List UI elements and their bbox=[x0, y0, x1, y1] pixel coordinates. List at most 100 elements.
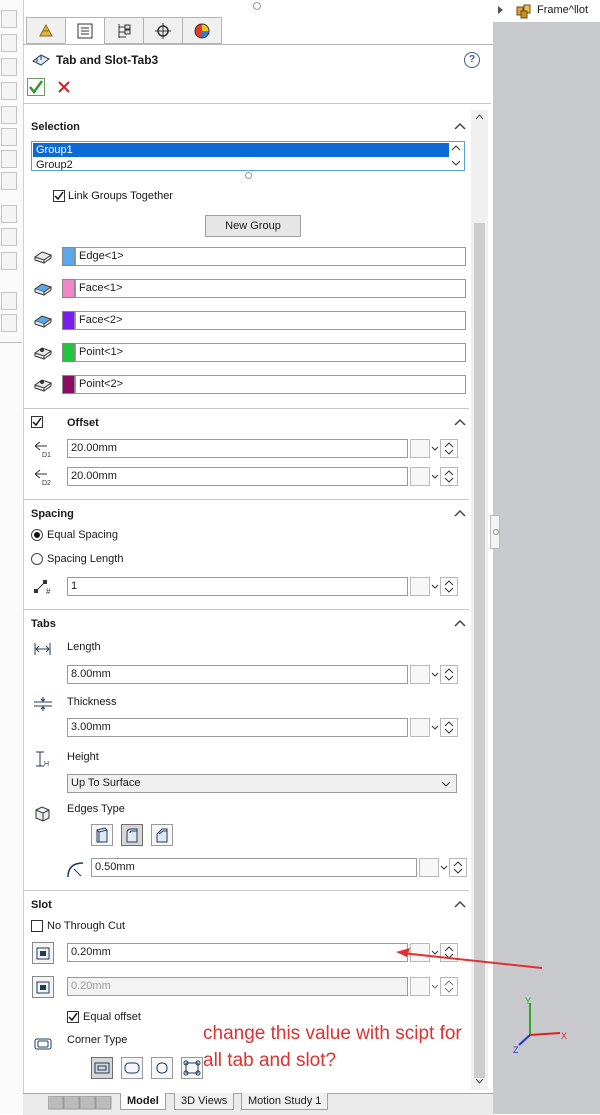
svg-text:#: # bbox=[46, 587, 51, 595]
edge-type-fillet-button[interactable] bbox=[121, 824, 143, 846]
expand-arrow-icon[interactable] bbox=[497, 5, 505, 15]
offset-d2-input[interactable]: 20.00mm bbox=[67, 467, 408, 486]
corner-type-relief-button[interactable] bbox=[181, 1057, 203, 1079]
spacing-length-radio[interactable] bbox=[31, 553, 43, 565]
selection-item-field[interactable]: Edge<1> bbox=[75, 247, 466, 266]
link-groups-checkbox[interactable] bbox=[53, 190, 65, 202]
property-manager-icon bbox=[77, 23, 93, 39]
fillet-edge-icon bbox=[126, 828, 138, 843]
splitter-handle[interactable] bbox=[253, 2, 261, 10]
face-selection-icon bbox=[33, 312, 53, 331]
equal-spacing-radio[interactable] bbox=[31, 529, 43, 541]
equal-offset-checkbox[interactable] bbox=[67, 1011, 79, 1023]
link-value-icon[interactable] bbox=[419, 858, 439, 877]
relief-corner-icon bbox=[183, 1060, 201, 1076]
height-end-condition-select[interactable]: Up To Surface bbox=[67, 774, 457, 793]
offset-d1-spinner[interactable] bbox=[410, 439, 458, 458]
point-selection-icon bbox=[33, 376, 53, 395]
section-title-offset: Offset bbox=[67, 417, 99, 429]
slot-offset-input[interactable]: 0.20mm bbox=[67, 943, 408, 962]
tab-height-label: Height bbox=[67, 751, 99, 763]
selection-item-field[interactable]: Face<2> bbox=[75, 311, 466, 330]
offset-d2-spinner[interactable] bbox=[410, 467, 458, 486]
link-value-icon bbox=[410, 977, 430, 996]
tab-feature-manager[interactable] bbox=[26, 17, 66, 44]
scroll-down-icon[interactable] bbox=[471, 1076, 488, 1086]
feature-manager-icon bbox=[39, 23, 53, 37]
link-value-icon[interactable] bbox=[410, 439, 430, 458]
help-icon[interactable]: ? bbox=[464, 52, 480, 68]
tab-dimxpert-manager[interactable] bbox=[143, 17, 183, 44]
equal-offset-label: Equal offset bbox=[83, 1011, 141, 1023]
svg-text:D1: D1 bbox=[42, 452, 51, 458]
fillet-radius-spinner[interactable] bbox=[419, 858, 467, 877]
listbox-resize-handle[interactable] bbox=[245, 172, 252, 179]
scroll-up-icon[interactable] bbox=[471, 112, 488, 122]
link-value-icon[interactable] bbox=[410, 577, 430, 596]
faded-tool-icon bbox=[1, 34, 17, 52]
tab-3d-views[interactable]: 3D Views bbox=[174, 1093, 235, 1110]
listbox-scroll-arrows-icon[interactable] bbox=[448, 142, 464, 170]
divider bbox=[23, 408, 469, 409]
tab-property-manager[interactable] bbox=[65, 17, 105, 44]
tab-configuration-manager[interactable] bbox=[104, 17, 144, 44]
collapse-caret-icon[interactable] bbox=[453, 618, 467, 628]
collapse-caret-icon[interactable] bbox=[453, 417, 467, 427]
selection-item-field[interactable]: Point<2> bbox=[75, 375, 466, 394]
faded-tool-icon bbox=[1, 82, 17, 100]
cancel-button[interactable] bbox=[57, 80, 71, 94]
group-listbox[interactable]: Group1 Group2 bbox=[31, 141, 465, 171]
edge-type-sharp-button[interactable] bbox=[91, 824, 113, 846]
edge-type-chamfer-button[interactable] bbox=[151, 824, 173, 846]
corner-type-sharp-button[interactable] bbox=[91, 1057, 113, 1079]
tab-motion-study[interactable]: Motion Study 1 bbox=[241, 1093, 329, 1110]
section-title-tabs: Tabs bbox=[31, 618, 56, 630]
corner-type-circle-button[interactable] bbox=[151, 1057, 173, 1079]
svg-text:Z: Z bbox=[513, 1045, 519, 1055]
manager-tab-bar bbox=[23, 17, 493, 45]
collapse-caret-icon[interactable] bbox=[453, 508, 467, 518]
tab-display-manager[interactable] bbox=[182, 17, 222, 44]
svg-text:H: H bbox=[44, 761, 49, 768]
annotation-arrow bbox=[396, 948, 543, 969]
no-through-cut-checkbox[interactable] bbox=[31, 920, 43, 932]
collapse-caret-icon[interactable] bbox=[453, 121, 467, 131]
offset-checkbox[interactable] bbox=[31, 416, 43, 428]
panel-splitter-handle[interactable] bbox=[490, 515, 500, 549]
offset-d1-input[interactable]: 20.00mm bbox=[67, 439, 408, 458]
section-title-slot: Slot bbox=[31, 899, 52, 911]
collapse-caret-icon[interactable] bbox=[453, 899, 467, 909]
link-value-icon[interactable] bbox=[410, 718, 430, 737]
tab-length-icon bbox=[33, 641, 53, 660]
corner-type-label: Corner Type bbox=[67, 1034, 128, 1046]
tab-thickness-input[interactable]: 3.00mm bbox=[67, 718, 408, 737]
annotation-text: change this value with scipt for all tab… bbox=[203, 1020, 462, 1074]
spacing-length-label: Spacing Length bbox=[47, 553, 124, 565]
divider bbox=[23, 609, 469, 610]
new-group-button[interactable]: New Group bbox=[205, 215, 301, 237]
list-item[interactable]: Group2 bbox=[33, 158, 449, 170]
tab-length-spinner[interactable] bbox=[410, 665, 458, 684]
fillet-corner-icon bbox=[124, 1062, 140, 1074]
fillet-radius-input[interactable]: 0.50mm bbox=[91, 858, 417, 877]
spacing-count-input[interactable]: 1 bbox=[67, 577, 408, 596]
color-swatch bbox=[62, 375, 75, 394]
ok-button[interactable] bbox=[27, 78, 45, 96]
tab-length-input[interactable]: 8.00mm bbox=[67, 665, 408, 684]
tab-model[interactable]: Model bbox=[120, 1093, 166, 1110]
link-value-icon[interactable] bbox=[410, 467, 430, 486]
distance-d1-icon: D1 bbox=[33, 440, 53, 461]
spacing-count-spinner[interactable] bbox=[410, 577, 458, 596]
corner-type-fillet-button[interactable] bbox=[121, 1057, 143, 1079]
sharp-corner-icon bbox=[94, 1062, 110, 1074]
configuration-manager-icon bbox=[118, 24, 131, 38]
tree-item-label[interactable]: Frame^llot bbox=[537, 4, 588, 16]
tab-thickness-spinner[interactable] bbox=[410, 718, 458, 737]
selection-item-field[interactable]: Point<1> bbox=[75, 343, 466, 362]
selection-item-field[interactable]: Face<1> bbox=[75, 279, 466, 298]
list-item-selected[interactable]: Group1 bbox=[33, 143, 449, 157]
faded-tool-icon bbox=[1, 252, 17, 270]
link-value-icon[interactable] bbox=[410, 665, 430, 684]
faded-tool-icon bbox=[1, 292, 17, 310]
tab-scroll-arrows-icon[interactable] bbox=[48, 1096, 112, 1110]
